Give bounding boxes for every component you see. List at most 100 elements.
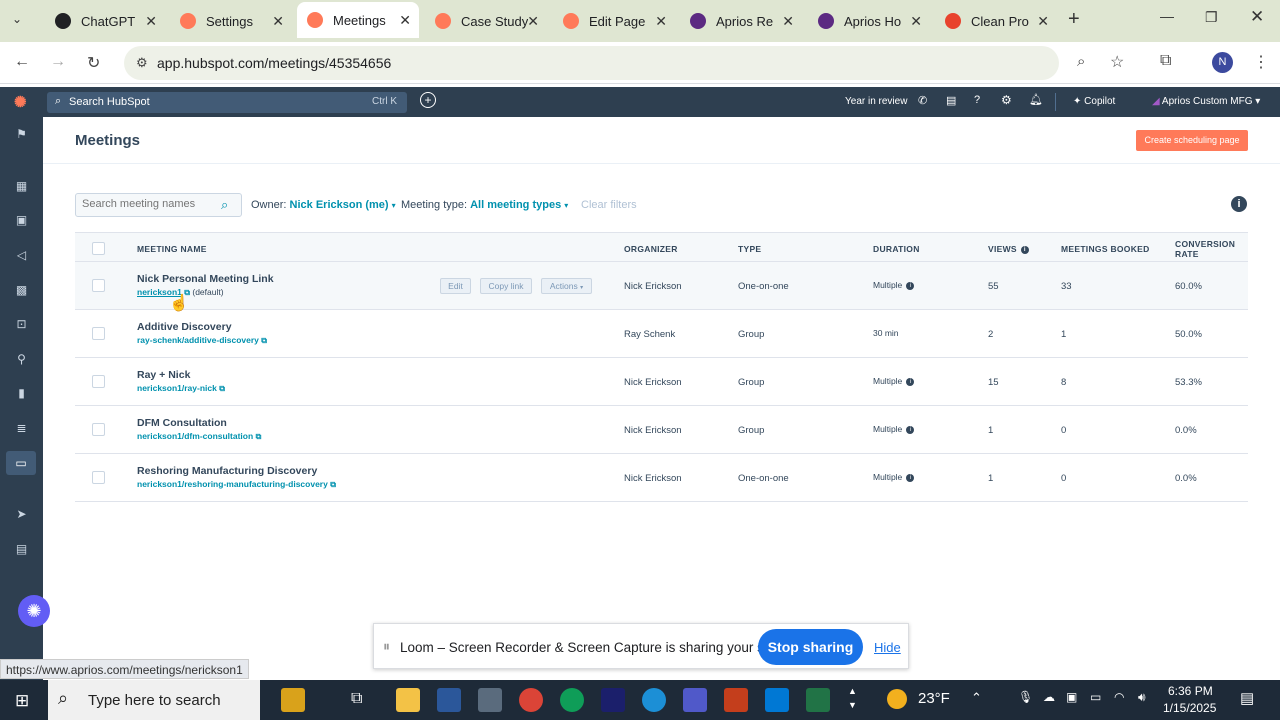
back-icon[interactable]: ← xyxy=(14,53,30,71)
ru-app-icon[interactable] xyxy=(601,688,625,712)
table-row[interactable]: Additive Discovery ray-schenk/additive-di… xyxy=(75,310,1248,358)
word-icon[interactable] xyxy=(437,688,461,712)
help-icon[interactable]: ? xyxy=(974,94,980,106)
notifications-icon[interactable]: 🔔︎ xyxy=(1029,93,1043,106)
address-bar[interactable]: ⚙ app.hubspot.com/meetings/45354656 ⌕ ☆ xyxy=(124,46,1124,80)
create-scheduling-page-button[interactable]: Create scheduling page xyxy=(1136,130,1248,151)
site-info-icon[interactable]: ⚙ xyxy=(136,55,148,71)
marketplace-icon[interactable]: ▤ xyxy=(946,94,956,107)
tray-chevron-icon[interactable]: ⌃ xyxy=(971,690,982,706)
copy-link-button[interactable]: Copy link xyxy=(480,278,532,294)
content-icon[interactable]: ▩ xyxy=(13,283,30,297)
tab-close-icon[interactable]: ✕ xyxy=(527,13,539,30)
microphone-icon[interactable]: 🎙︎ xyxy=(1018,690,1033,704)
row-checkbox[interactable] xyxy=(92,375,105,388)
header-meetings-booked[interactable]: MEETINGS BOOKED xyxy=(1061,244,1150,254)
tab-close-icon[interactable]: ✕ xyxy=(145,13,157,30)
calling-icon[interactable]: ✆ xyxy=(918,94,927,107)
clock-date[interactable]: 1/15/2025 xyxy=(1163,701,1216,715)
meeting-link[interactable]: ray-schenk/additive-discovery ⧉ xyxy=(137,335,267,346)
reporting-icon[interactable]: ▮ xyxy=(13,386,30,400)
create-new-icon[interactable]: + xyxy=(420,92,436,108)
table-row[interactable]: Reshoring Manufacturing Discovery nericks… xyxy=(75,454,1248,502)
info-icon[interactable]: i xyxy=(906,282,915,290)
info-icon[interactable]: i xyxy=(906,378,915,386)
row-checkbox[interactable] xyxy=(92,327,105,340)
copilot-button[interactable]: ✦ Copilot xyxy=(1073,96,1115,107)
browser-tab[interactable]: Settings ✕ xyxy=(170,6,292,36)
data-icon[interactable]: ≣ xyxy=(13,421,30,435)
account-menu[interactable]: ◢ Aprios Custom MFG ▾ xyxy=(1152,96,1260,107)
minimize-icon[interactable]: — xyxy=(1160,8,1174,24)
hide-link[interactable]: Hide xyxy=(874,640,901,655)
meeting-search-input[interactable] xyxy=(82,198,212,210)
battery-icon[interactable]: ▭ xyxy=(1090,690,1101,704)
tab-close-icon[interactable]: ✕ xyxy=(1037,13,1049,30)
meeting-name[interactable]: Additive Discovery xyxy=(137,321,232,333)
info-icon[interactable]: i xyxy=(906,426,915,434)
weather-icon[interactable] xyxy=(887,689,907,709)
loom-record-icon[interactable]: ✺ xyxy=(18,595,50,627)
zoom-icon[interactable]: ⌕ xyxy=(1077,53,1085,70)
settings-icon[interactable]: ⚙ xyxy=(1001,93,1012,107)
new-tab-icon[interactable]: + xyxy=(1068,8,1080,31)
edge-icon[interactable] xyxy=(642,688,666,712)
header-meeting-name[interactable]: MEETING NAME xyxy=(137,244,207,254)
windows-start-icon[interactable]: ⊞ xyxy=(15,691,29,711)
teams-icon[interactable] xyxy=(683,688,707,712)
browser-tab[interactable]: Meetings ✕ xyxy=(297,2,419,38)
year-in-review-link[interactable]: Year in review xyxy=(845,96,907,107)
tab-search-icon[interactable]: ⌄ xyxy=(12,12,22,26)
browser-tab[interactable]: Edit Page ✕ xyxy=(553,6,675,36)
chrome-profile-icon[interactable] xyxy=(560,688,584,712)
work-briefcase-icon[interactable] xyxy=(281,688,305,712)
tab-close-icon[interactable]: ✕ xyxy=(910,13,922,30)
chrome-icon[interactable] xyxy=(519,688,543,712)
taskbar-search-box[interactable]: ⌕ Type here to search xyxy=(48,680,260,720)
notification-center-icon[interactable]: ▤ xyxy=(1240,689,1254,707)
header-duration[interactable]: DURATION xyxy=(873,244,920,254)
stop-sharing-button[interactable]: Stop sharing xyxy=(758,629,863,665)
select-all-checkbox[interactable] xyxy=(92,242,105,255)
row-checkbox[interactable] xyxy=(92,279,105,292)
row-checkbox[interactable] xyxy=(92,423,105,436)
bookmarks-icon[interactable]: ⚑ xyxy=(13,127,30,141)
external-link-icon[interactable]: ⧉ xyxy=(261,336,267,345)
meeting-link[interactable]: nerickson1/dfm-consultation ⧉ xyxy=(137,431,261,442)
task-view-icon[interactable]: ⧉ xyxy=(351,690,362,708)
info-icon[interactable]: i xyxy=(1020,246,1029,254)
file-explorer-icon[interactable] xyxy=(396,688,420,712)
collapse-icon[interactable]: ➤ xyxy=(13,507,30,521)
meeting-name[interactable]: Ray + Nick xyxy=(137,369,190,381)
forward-icon[interactable]: → xyxy=(50,53,66,71)
meeting-type-filter[interactable]: Meeting type: All meeting types ▾ xyxy=(401,199,568,211)
crm-icon[interactable]: ▣ xyxy=(13,213,30,227)
library-icon-active[interactable]: ▭ xyxy=(6,451,36,475)
powerpoint-icon[interactable] xyxy=(724,688,748,712)
excel-icon[interactable] xyxy=(806,688,830,712)
browser-tab[interactable]: Aprios Ho ✕ xyxy=(808,6,930,36)
scroll-arrows-icon[interactable]: ▲ ▼ xyxy=(848,684,857,712)
browser-tab[interactable]: Case Study ✕ xyxy=(425,6,547,36)
header-views[interactable]: VIEWS i xyxy=(988,244,1029,254)
meeting-name[interactable]: DFM Consultation xyxy=(137,417,227,429)
meeting-name[interactable]: Nick Personal Meeting Link xyxy=(137,273,274,285)
row-checkbox[interactable] xyxy=(92,471,105,484)
close-window-icon[interactable]: ✕ xyxy=(1250,7,1264,27)
external-link-icon[interactable]: ⧉ xyxy=(256,432,262,441)
meeting-link[interactable]: nerickson1/ray-nick ⧉ xyxy=(137,383,225,394)
browser-tab[interactable]: ChatGPT ✕ xyxy=(45,6,165,36)
clock-time[interactable]: 6:36 PM xyxy=(1168,684,1213,698)
header-conversion-rate[interactable]: CONVERSION RATE xyxy=(1175,239,1235,259)
automation-icon[interactable]: ⚲ xyxy=(13,352,30,366)
meeting-name[interactable]: Reshoring Manufacturing Discovery xyxy=(137,465,317,477)
table-row[interactable]: Nick Personal Meeting Link nerickson1 ⧉ (… xyxy=(75,262,1248,310)
browser-tab[interactable]: Aprios Re ✕ xyxy=(680,6,802,36)
snipping-tool-icon[interactable] xyxy=(478,688,502,712)
apps-icon[interactable]: ▤ xyxy=(13,542,30,556)
meeting-link[interactable]: nerickson1/reshoring-manufacturing-disco… xyxy=(137,479,336,490)
wifi-icon[interactable]: ◠ xyxy=(1114,690,1124,704)
actions-dropdown[interactable]: Actions ▾ xyxy=(541,278,592,294)
external-link-icon[interactable]: ⧉ xyxy=(219,384,225,393)
tab-close-icon[interactable]: ✕ xyxy=(399,12,411,29)
